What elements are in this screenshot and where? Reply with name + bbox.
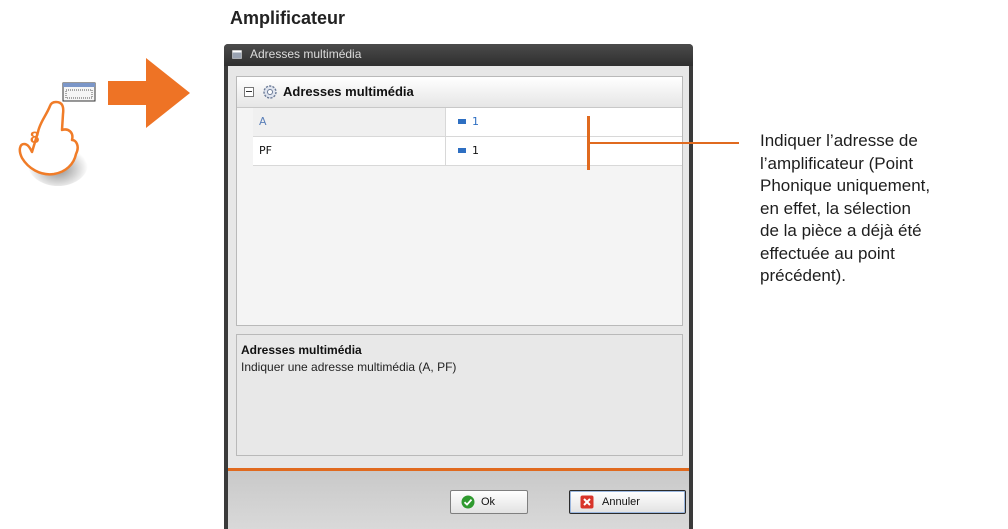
value-marker-icon (458, 148, 466, 153)
property-value[interactable]: 1 (472, 115, 479, 128)
close-icon (580, 495, 594, 509)
ok-button[interactable]: Ok (450, 490, 528, 514)
value-marker-icon (458, 119, 466, 124)
callout-line-text: effectuée au point (760, 243, 895, 263)
description-title: Adresses multimédia (241, 343, 362, 357)
description-text: Indiquer une adresse multimédia (A, PF) (241, 360, 457, 374)
orange-arrow-icon (108, 58, 190, 128)
check-icon (461, 495, 475, 509)
property-grid: Adresses multimédia A 1 PF 1 (236, 76, 683, 326)
callout-line-text: de la pièce a déjà été (760, 221, 922, 240)
collapse-toggle-icon[interactable] (244, 87, 254, 97)
window-mini-icon (62, 82, 96, 102)
callout-line-text: l’amplificateur (Point (760, 153, 914, 173)
dialog-footer: Ok Annuler (228, 471, 689, 529)
page-heading: Amplificateur (230, 8, 346, 28)
callout-text: Indiquer l’adresse de l’amplificateur (P… (760, 130, 1005, 288)
callout-line (590, 142, 739, 144)
ok-label: Ok (481, 496, 496, 508)
property-value-cell[interactable]: 1 (446, 108, 682, 136)
callout-line-text: Indiquer l’adresse de (760, 131, 918, 150)
property-value[interactable]: 1 (472, 144, 479, 157)
property-name-cell: A (253, 108, 446, 136)
dialog-title: Adresses multimédia (250, 47, 362, 61)
dialog-body: Adresses multimédia A 1 PF 1 Adresses mu… (228, 66, 689, 529)
callout-line-text: précédent). (760, 266, 846, 285)
description-panel: Adresses multimédia Indiquer une adresse… (236, 334, 683, 456)
property-name-cell: PF (253, 137, 446, 165)
callout-line-text: Phonique uniquement, (760, 176, 931, 195)
multimedia-address-dialog: Adresses multimédia Adresses multimédia … (224, 44, 693, 529)
property-name: PF (259, 144, 272, 157)
gear-icon (263, 85, 277, 99)
property-name: A (259, 115, 267, 128)
hand-pointer-icon (18, 100, 88, 186)
callout-line-text: en effet, la sélection (760, 198, 911, 218)
category-label: Adresses multimédia (283, 84, 414, 99)
cancel-label: Annuler (602, 496, 640, 508)
property-row-a[interactable]: A 1 (253, 108, 682, 137)
window-app-icon (232, 50, 242, 59)
category-row[interactable]: Adresses multimédia (237, 77, 682, 108)
step-number: 8 (30, 128, 40, 147)
cancel-button[interactable]: Annuler (569, 490, 686, 514)
dialog-titlebar[interactable]: Adresses multimédia (224, 44, 693, 66)
